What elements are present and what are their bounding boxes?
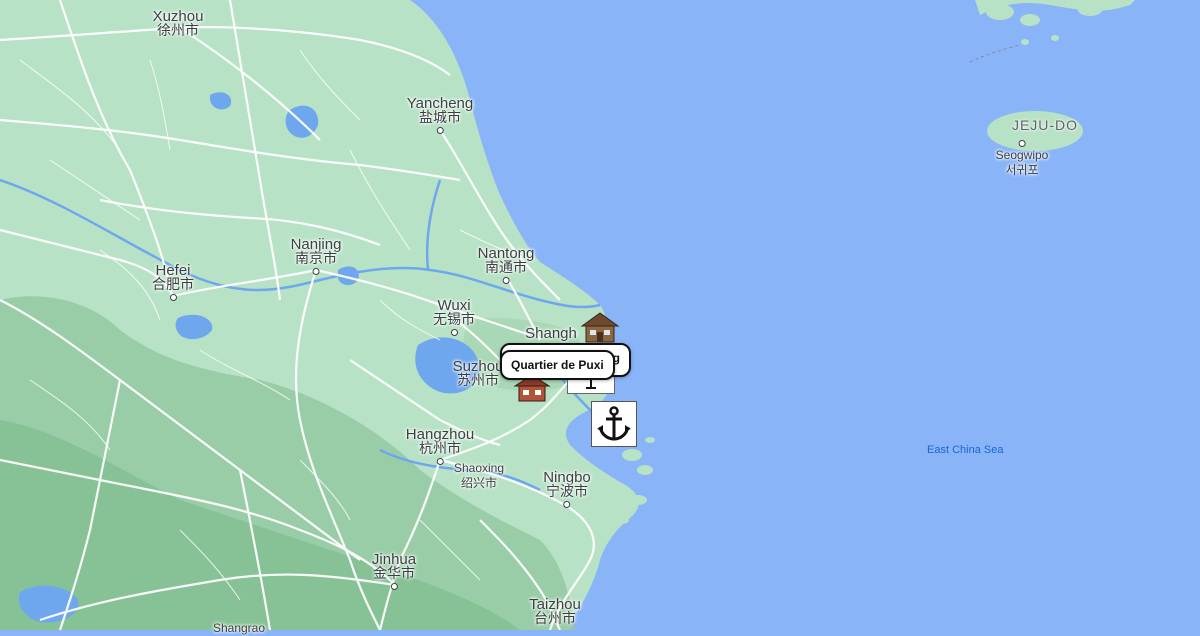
city-dot xyxy=(436,458,444,465)
city-dot xyxy=(169,294,177,301)
city-label-shangrao[interactable]: Shangrao xyxy=(213,621,265,636)
city-label-yancheng[interactable]: Yancheng 盐城市 xyxy=(407,96,473,134)
city-label-taizhou[interactable]: Taizhou 台州市 xyxy=(529,597,581,627)
city-label-seogwipo[interactable]: Seogwipo 서귀포 xyxy=(996,140,1048,178)
city-dot xyxy=(390,583,398,590)
city-label-nantong[interactable]: Nantong 南通市 xyxy=(478,246,534,284)
city-dot xyxy=(436,127,444,134)
region-label-jeju: JEJU-DO xyxy=(1011,117,1079,133)
sea-label: East China Sea xyxy=(927,444,1004,456)
city-label-ningbo[interactable]: Ningbo 宁波市 xyxy=(543,470,591,508)
city-dot xyxy=(563,501,571,508)
city-label-wuxi[interactable]: Wuxi 无锡市 xyxy=(433,298,475,336)
city-label-xuzhou[interactable]: Xuzhou 徐州市 xyxy=(153,9,204,39)
city-label-nanjing[interactable]: Nanjing 南京市 xyxy=(291,237,341,275)
city-dot xyxy=(1018,140,1026,147)
city-label-hefei[interactable]: Hefei 合肥市 xyxy=(152,263,194,301)
city-dot xyxy=(502,277,510,284)
city-label-jinhua[interactable]: Jinhua 金华市 xyxy=(372,552,416,590)
city-dot xyxy=(450,329,458,336)
city-label-suzhou[interactable]: Suzhou 苏州市 xyxy=(453,359,504,389)
city-dot xyxy=(312,268,320,275)
city-label-shaoxing[interactable]: Shaoxing 绍兴市 xyxy=(454,461,504,491)
callout-quartier-de-puxi[interactable]: Quartier de Puxi xyxy=(500,350,615,380)
city-label-hangzhou[interactable]: Hangzhou 杭州市 xyxy=(406,427,474,465)
anchor-icon[interactable] xyxy=(591,401,637,447)
city-label-shanghai[interactable]: Shangh xyxy=(525,326,577,341)
